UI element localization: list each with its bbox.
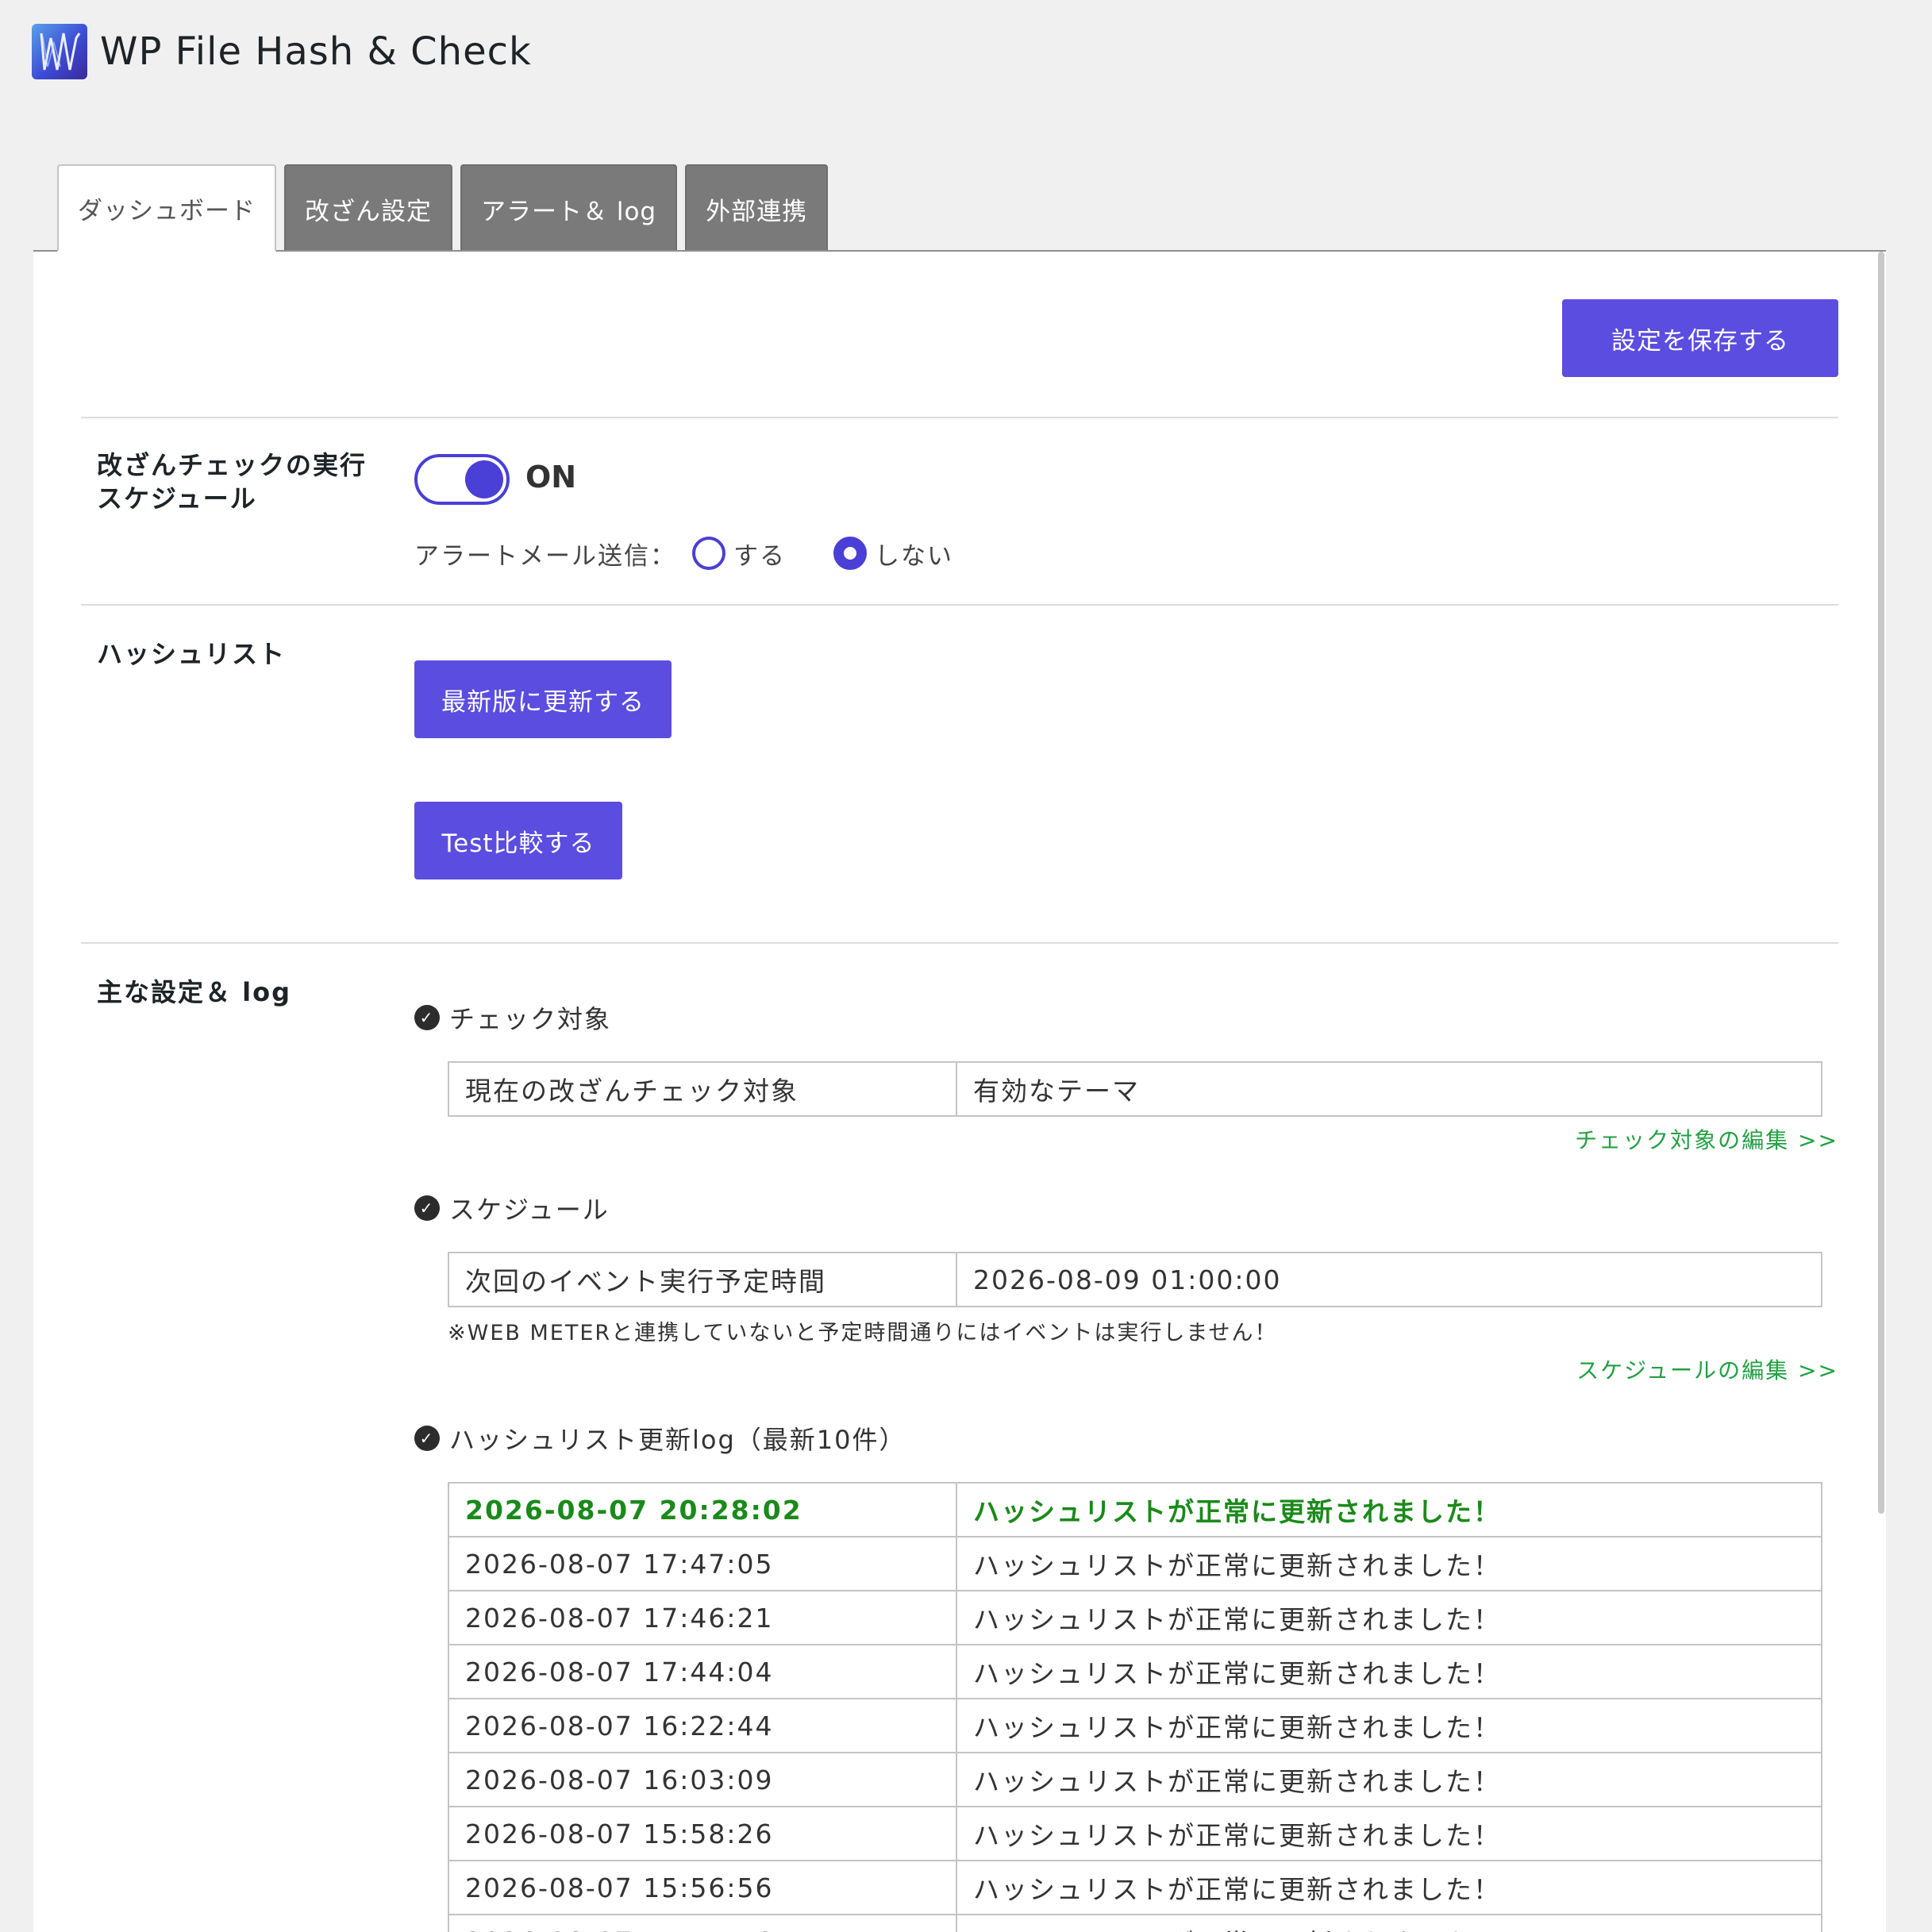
hash-log-heading-text: ハッシュリスト更新log（最新10件） xyxy=(449,1425,906,1455)
log-message: ハッシュリストが正常に更新されました！ xyxy=(956,1644,1822,1699)
log-message: ハッシュリストが正常に更新されました！ xyxy=(956,1536,1822,1591)
log-message: ハッシュリストが正常に更新されました！ xyxy=(956,1590,1822,1645)
check-target-table: 現在の改ざんチェック対象 有効なテーマ xyxy=(448,1061,1822,1117)
tab-alert-log[interactable]: アラート＆ log xyxy=(460,164,678,252)
table-row: 2026-08-07 17:44:04 ハッシュリストが正常に更新されました！ xyxy=(448,1644,1822,1699)
edit-schedule-link[interactable]: スケジュールの編集 >> xyxy=(1576,1353,1838,1385)
schedule-value: 2026-08-09 01:00:00 xyxy=(956,1252,1822,1307)
alert-radio-yes-label[interactable]: する xyxy=(733,536,786,572)
alert-radio-no[interactable] xyxy=(833,537,867,570)
dashboard-panel: 設定を保存する 改ざんチェックの実行 スケジュール ON アラートメール送信： … xyxy=(33,250,1886,1932)
table-row: 2026-08-07 15:55:46 ハッシュリストが正常に更新されました！ xyxy=(448,1914,1822,1932)
log-time: 2026-08-07 15:55:46 xyxy=(448,1914,957,1932)
scrollbar-thumb[interactable] xyxy=(1878,252,1884,1514)
log-time: 2026-08-07 15:58:26 xyxy=(448,1806,957,1861)
divider xyxy=(81,417,1838,418)
log-message: ハッシュリストが正常に更新されました！ xyxy=(956,1806,1822,1861)
schedule-heading-text: スケジュール xyxy=(449,1195,610,1225)
check-target-key: 現在の改ざんチェック対象 xyxy=(448,1061,957,1117)
log-time: 2026-08-07 17:44:04 xyxy=(448,1644,957,1699)
toggle-state-label: ON xyxy=(525,460,577,495)
log-message: ハッシュリストが正常に更新されました！ xyxy=(956,1698,1822,1753)
schedule-table: 次回のイベント実行予定時間 2026-08-09 01:00:00 xyxy=(448,1252,1822,1307)
schedule-label-line2: スケジュール xyxy=(97,483,257,514)
hash-log-heading: ✓ ハッシュリスト更新log（最新10件） xyxy=(414,1420,906,1457)
tab-tamper-settings[interactable]: 改ざん設定 xyxy=(284,164,452,252)
log-time: 2026-08-07 17:47:05 xyxy=(448,1536,957,1591)
log-time: 2026-08-07 20:28:02 xyxy=(448,1482,957,1538)
schedule-key: 次回のイベント実行予定時間 xyxy=(448,1252,957,1307)
divider xyxy=(81,942,1838,944)
alert-mail-label: アラートメール送信： xyxy=(414,541,676,571)
log-message: ハッシュリストが正常に更新されました！ xyxy=(956,1860,1822,1915)
app-logo-icon xyxy=(32,24,87,79)
log-time: 2026-08-07 17:46:21 xyxy=(448,1590,957,1645)
update-hash-list-button[interactable]: 最新版に更新する xyxy=(414,660,672,738)
scrollbar[interactable] xyxy=(1876,252,1886,1522)
table-row: 2026-08-07 15:56:56 ハッシュリストが正常に更新されました！ xyxy=(448,1860,1822,1915)
check-target-heading-text: チェック対象 xyxy=(449,1004,612,1034)
log-message: ハッシュリストが正常に更新されました！ xyxy=(956,1752,1822,1807)
check-circle-icon: ✓ xyxy=(414,1005,440,1030)
page-header: WP File Hash & Check xyxy=(32,22,532,81)
table-row: 次回のイベント実行予定時間 2026-08-09 01:00:00 xyxy=(448,1252,1822,1307)
edit-check-target-link[interactable]: チェック対象の編集 >> xyxy=(1575,1123,1838,1155)
log-message: ハッシュリストが正常に更新されました！ xyxy=(956,1914,1822,1932)
schedule-label-line1: 改ざんチェックの実行 xyxy=(97,450,368,480)
check-target-value: 有効なテーマ xyxy=(956,1061,1822,1117)
check-circle-icon: ✓ xyxy=(414,1195,440,1221)
table-row: 2026-08-07 17:47:05 ハッシュリストが正常に更新されました！ xyxy=(448,1536,1822,1591)
tab-dashboard[interactable]: ダッシュボード xyxy=(57,164,276,252)
hash-list-label: ハッシュリスト xyxy=(97,639,287,669)
log-message: ハッシュリストが正常に更新されました！ xyxy=(956,1482,1822,1538)
table-row: 2026-08-07 17:46:21 ハッシュリストが正常に更新されました！ xyxy=(448,1590,1822,1645)
schedule-note: ※WEB METERと連携していないと予定時間通りにはイベントは実行しません！ xyxy=(448,1321,1278,1345)
alert-radio-yes[interactable] xyxy=(692,537,725,570)
alert-mail-row: アラートメール送信： する しない xyxy=(414,534,985,572)
check-circle-icon: ✓ xyxy=(414,1426,440,1451)
hash-log-table: 2026-08-07 20:28:02 ハッシュリストが正常に更新されました！ … xyxy=(448,1482,1822,1932)
tab-external[interactable]: 外部連携 xyxy=(685,164,829,252)
schedule-heading: ✓ スケジュール xyxy=(414,1190,610,1226)
schedule-row-label: 改ざんチェックの実行 スケジュール xyxy=(97,448,367,515)
tab-bar: ダッシュボード 改ざん設定 アラート＆ log 外部連携 xyxy=(57,164,836,252)
settings-log-label: 主な設定＆ log xyxy=(97,977,292,1007)
check-target-heading: ✓ チェック対象 xyxy=(414,999,611,1036)
page-title: WP File Hash & Check xyxy=(100,29,532,74)
log-time: 2026-08-07 15:56:56 xyxy=(448,1860,957,1915)
table-row: 2026-08-07 20:28:02 ハッシュリストが正常に更新されました！ xyxy=(448,1482,1822,1538)
log-time: 2026-08-07 16:03:09 xyxy=(448,1752,957,1807)
alert-radio-no-label[interactable]: しない xyxy=(875,536,953,572)
table-row: 2026-08-07 16:22:44 ハッシュリストが正常に更新されました！ xyxy=(448,1698,1822,1753)
table-row: 現在の改ざんチェック対象 有効なテーマ xyxy=(448,1061,1822,1117)
toggle-knob xyxy=(465,460,503,498)
table-row: 2026-08-07 16:03:09 ハッシュリストが正常に更新されました！ xyxy=(448,1752,1822,1807)
table-row: 2026-08-07 15:58:26 ハッシュリストが正常に更新されました！ xyxy=(448,1806,1822,1861)
save-settings-button[interactable]: 設定を保存する xyxy=(1562,299,1838,377)
log-time: 2026-08-07 16:22:44 xyxy=(448,1698,957,1753)
test-compare-button[interactable]: Test比較する xyxy=(414,802,622,879)
schedule-toggle[interactable] xyxy=(414,454,510,505)
divider xyxy=(81,604,1838,606)
